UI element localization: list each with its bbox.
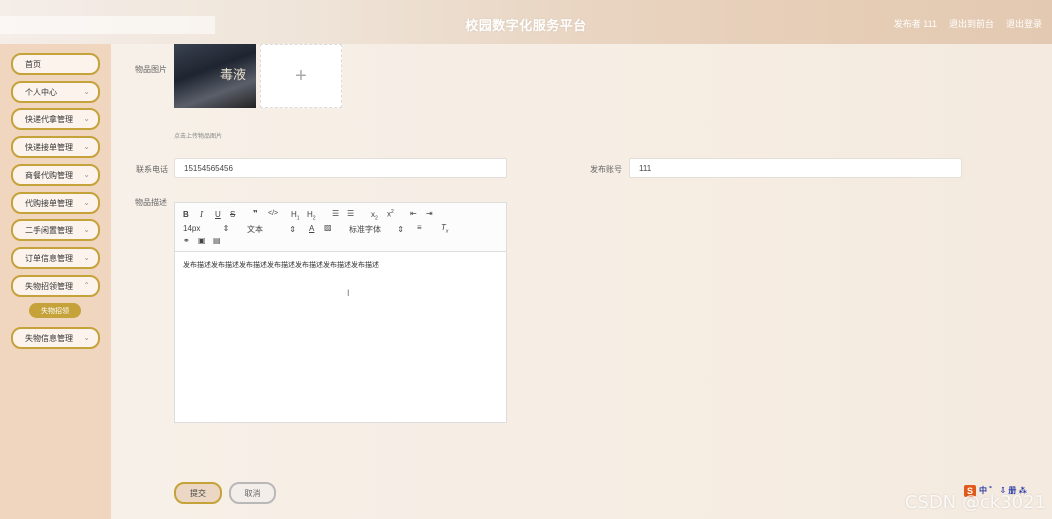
- link-icon[interactable]: ⚭: [183, 236, 190, 245]
- chevron-down-icon: ⌄: [83, 87, 90, 96]
- header-actions: 发布者 111 退出到前台 退出登录: [894, 17, 1042, 30]
- sidebar-item-label: 失物招领管理: [25, 281, 73, 291]
- cancel-button[interactable]: 取消: [229, 482, 276, 504]
- paragraph-select[interactable]: 文本 ⇕: [247, 224, 296, 235]
- paragraph-value: 文本: [247, 225, 263, 234]
- logout-link[interactable]: 退出登录: [1006, 17, 1042, 30]
- font-size-select[interactable]: 14px ⇕: [183, 224, 229, 233]
- sidebar-item-meal-purchase[interactable]: 商餐代购管理 ⌄: [11, 164, 100, 186]
- clear-format-icon[interactable]: Tx: [441, 223, 448, 235]
- sidebar-item-lost-found[interactable]: 失物招领管理 ⌃: [11, 275, 100, 297]
- sidebar-item-label: 快递代拿管理: [25, 114, 73, 124]
- font-size-value: 14px: [183, 224, 201, 233]
- outdent-icon[interactable]: ⇤: [410, 209, 417, 218]
- strikethrough-icon[interactable]: S: [230, 210, 235, 219]
- sidebar-item-express-pickup[interactable]: 快递代拿管理 ⌄: [11, 108, 100, 130]
- chevron-down-icon: ⌄: [83, 198, 90, 207]
- chevron-down-icon: ⌄: [83, 225, 90, 234]
- blockquote-icon[interactable]: ❞: [253, 209, 258, 218]
- video-icon[interactable]: ▤: [213, 236, 221, 245]
- sidebar-item-lost-info[interactable]: 失物信息管理 ⌄: [11, 327, 100, 349]
- current-user: 发布者 111: [893, 19, 937, 29]
- sidebar-item-label: 二手闲置管理: [25, 225, 73, 235]
- upload-image-button[interactable]: +: [260, 44, 342, 108]
- account-value: 111: [639, 163, 652, 173]
- ordered-list-icon[interactable]: ☰: [332, 209, 339, 218]
- font-family-value: 标准字体: [349, 225, 381, 234]
- select-arrows-icon: ⇕: [289, 225, 296, 234]
- background-color-icon[interactable]: ▨: [324, 223, 332, 232]
- chevron-down-icon: ⌄: [83, 114, 90, 123]
- sidebar-item-label: 代购接单管理: [25, 198, 73, 208]
- image-label: 物品图片: [135, 65, 167, 74]
- sidebar-item-label: 订单信息管理: [25, 253, 73, 263]
- sidebar-item-label: 失物信息管理: [25, 333, 73, 343]
- heading2-icon[interactable]: H2: [307, 210, 316, 222]
- thumbnail-title: 毒液: [219, 68, 246, 83]
- description-label: 物品描述: [135, 198, 167, 207]
- chevron-up-icon: ⌃: [83, 281, 90, 290]
- watermark: CSDN @ck3021: [904, 492, 1046, 513]
- editor-text: 发布描述发布描述发布描述发布描述发布描述发布描述发布描述: [183, 262, 379, 269]
- bullet-list-icon[interactable]: ☰: [347, 209, 354, 218]
- chevron-down-icon: ⌄: [83, 333, 90, 342]
- select-arrows-icon: ⇕: [397, 225, 404, 234]
- chevron-down-icon: ⌄: [83, 142, 90, 151]
- top-header: 校园数字化服务平台 发布者 111 退出到前台 退出登录: [0, 0, 1052, 44]
- sidebar-item-label: 首页: [25, 59, 41, 69]
- underline-icon[interactable]: U: [215, 210, 221, 219]
- sidebar-item-order-info[interactable]: 订单信息管理 ⌄: [11, 247, 100, 269]
- align-icon[interactable]: ≡: [417, 223, 422, 232]
- phone-input[interactable]: 15154565456: [174, 158, 507, 178]
- heading1-icon[interactable]: H1: [291, 210, 300, 222]
- phone-value: 15154565456: [184, 163, 233, 173]
- font-family-select[interactable]: 标准字体 ⇕: [349, 224, 404, 235]
- sidebar-item-home[interactable]: 首页: [11, 53, 100, 75]
- image-icon[interactable]: ▣: [198, 236, 206, 245]
- sidebar-item-label: 快递接单管理: [25, 142, 73, 152]
- text-cursor-icon: I: [347, 288, 350, 298]
- phone-label: 联系电话: [136, 165, 168, 174]
- sidebar-subitem-lost-found[interactable]: 失物招领: [29, 303, 81, 318]
- sidebar-item-label: 商餐代购管理: [25, 170, 73, 180]
- sidebar-item-personal-center[interactable]: 个人中心 ⌄: [11, 81, 100, 103]
- superscript-icon[interactable]: x2: [387, 209, 394, 219]
- sidebar-item-label: 个人中心: [25, 87, 57, 97]
- chevron-down-icon: ⌄: [83, 170, 90, 179]
- sidebar-item-express-orders[interactable]: 快递接单管理 ⌄: [11, 136, 100, 158]
- chevron-down-icon: ⌄: [83, 253, 90, 262]
- plus-icon: +: [295, 64, 307, 87]
- font-color-icon[interactable]: A: [309, 224, 314, 233]
- upload-hint: 点击上传物品图片: [174, 134, 223, 140]
- sidebar-item-second-hand[interactable]: 二手闲置管理 ⌄: [11, 219, 100, 241]
- italic-icon[interactable]: I: [200, 210, 203, 219]
- subscript-icon[interactable]: x2: [371, 210, 378, 222]
- account-input[interactable]: 111: [629, 158, 962, 178]
- code-block-icon[interactable]: </>: [268, 210, 278, 217]
- uploaded-image-thumbnail[interactable]: 毒液: [174, 44, 256, 108]
- editor-toolbar: B I U S ❞ </> H1 H2 ☰ ☰ x2 x2 ⇤ ⇥ 14px ⇕…: [175, 203, 506, 252]
- exit-to-frontend-link[interactable]: 退出到前台: [949, 17, 994, 30]
- indent-icon[interactable]: ⇥: [426, 209, 433, 218]
- select-arrows-icon: ⇕: [222, 224, 230, 233]
- rich-text-editor[interactable]: B I U S ❞ </> H1 H2 ☰ ☰ x2 x2 ⇤ ⇥ 14px ⇕…: [174, 202, 507, 423]
- submit-button[interactable]: 提交: [174, 482, 222, 504]
- account-label: 发布账号: [590, 165, 622, 174]
- bold-icon[interactable]: B: [183, 210, 189, 219]
- sidebar-item-purchase-orders[interactable]: 代购接单管理 ⌄: [11, 192, 100, 214]
